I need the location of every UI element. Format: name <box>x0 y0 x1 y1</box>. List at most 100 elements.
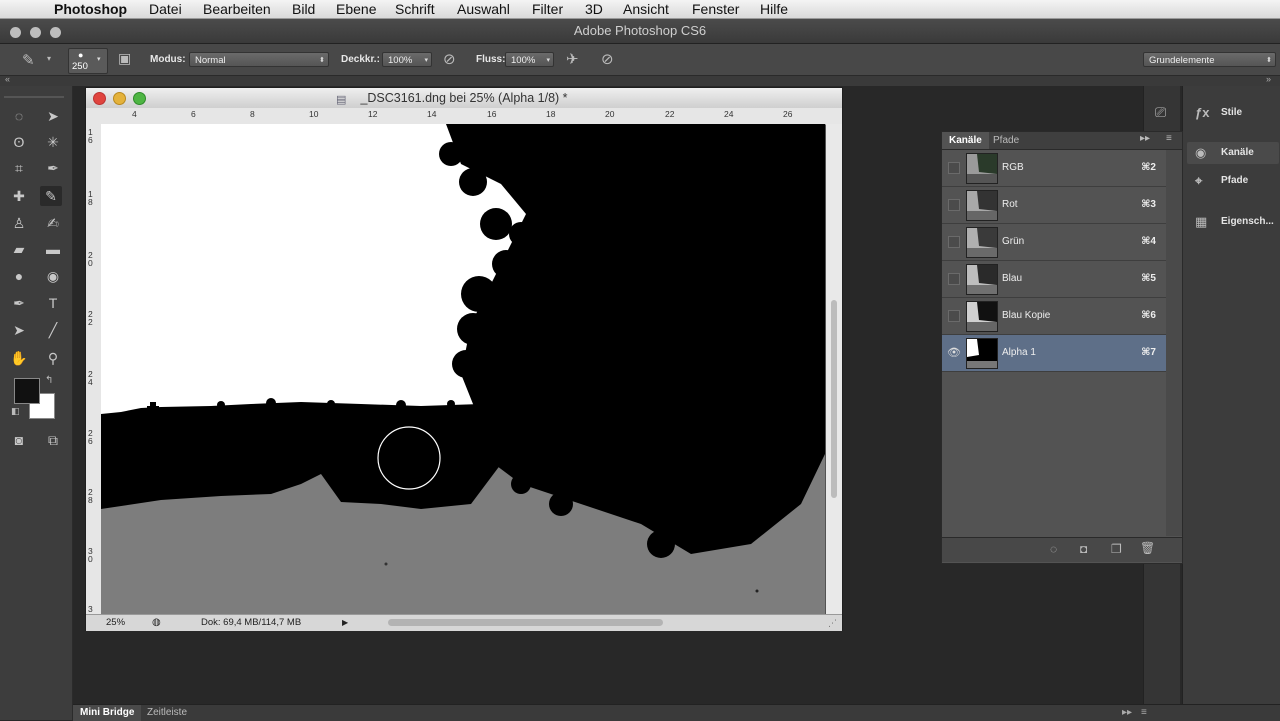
mode-dropdown[interactable]: Normal ⬍ <box>189 52 329 67</box>
channel-row-rot[interactable]: Rot ⌘3 <box>942 187 1166 224</box>
vertical-scroll-thumb[interactable] <box>831 300 837 498</box>
blur-tool-icon[interactable]: ● <box>8 266 30 286</box>
line-tool-icon[interactable]: ╱ <box>42 320 64 340</box>
lasso-tool-icon[interactable]: ʘ <box>8 132 30 152</box>
dock-item-eigenschaften[interactable]: ▦ Eigensch... <box>1187 211 1279 233</box>
channel-row-gruen[interactable]: Grün ⌘4 <box>942 224 1166 261</box>
channel-row-blau[interactable]: Blau ⌘5 <box>942 261 1166 298</box>
magic-wand-tool-icon[interactable]: ✳ <box>42 132 64 152</box>
tab-kanaele[interactable]: Kanäle <box>942 132 989 149</box>
panel-menu-icon[interactable]: ≡ <box>1141 705 1147 721</box>
crop-tool-icon[interactable]: ⌗ <box>8 158 30 178</box>
new-channel-icon[interactable]: ❐ <box>1111 542 1122 556</box>
swap-colors-icon[interactable]: ↰ <box>45 375 53 386</box>
flow-field[interactable]: 100% ▾ <box>505 52 554 67</box>
resize-grip-icon[interactable]: ⋰ <box>828 615 837 631</box>
menu-hilfe[interactable]: Hilfe <box>760 0 788 18</box>
load-selection-icon[interactable]: ◌ <box>1050 542 1057 556</box>
minimize-document-button[interactable] <box>113 92 126 105</box>
pressure-size-icon[interactable]: ⊘ <box>601 50 614 68</box>
channel-shortcut: ⌘7 <box>1141 347 1156 358</box>
channels-scrollbar[interactable] <box>1166 150 1182 536</box>
eye-icon[interactable]: 👁 <box>947 346 961 359</box>
tab-mini-bridge[interactable]: Mini Bridge <box>73 705 142 721</box>
ruler-label: 14 <box>427 109 437 119</box>
menu-filter[interactable]: Filter <box>532 0 563 18</box>
horizontal-scroll-thumb[interactable] <box>388 619 663 626</box>
menu-3d[interactable]: 3D <box>585 0 603 18</box>
menu-bearbeiten[interactable]: Bearbeiten <box>203 0 271 18</box>
marquee-tool-icon[interactable]: ◌ <box>8 106 30 126</box>
foreground-color-swatch-top[interactable] <box>14 378 40 404</box>
close-document-button[interactable] <box>93 92 106 105</box>
channel-row-alpha-1[interactable]: 👁 Alpha 1 ⌘7 <box>942 335 1166 372</box>
menu-auswahl[interactable]: Auswahl <box>457 0 510 18</box>
gradient-tool-icon[interactable]: ▬ <box>42 239 64 259</box>
healing-brush-tool-icon[interactable]: ✚ <box>8 186 30 206</box>
zoom-tool-icon[interactable]: ⚲ <box>42 348 64 368</box>
type-tool-icon[interactable]: T <box>42 293 64 313</box>
chevron-down-icon: ▾ <box>424 57 428 64</box>
menu-ebene[interactable]: Ebene <box>336 0 376 18</box>
pen-tool-icon[interactable]: ✒ <box>8 293 30 313</box>
path-selection-tool-icon[interactable]: ➤ <box>8 320 30 340</box>
vertical-scrollbar[interactable] <box>826 124 842 614</box>
ruler-label: 22 <box>88 309 93 327</box>
dock-item-pfade[interactable]: ⌖ Pfade <box>1187 170 1279 192</box>
save-selection-icon[interactable]: ◘ <box>1080 542 1087 556</box>
visibility-toggle[interactable] <box>948 310 960 322</box>
eraser-tool-icon[interactable]: ▰ <box>8 239 30 259</box>
eyedropper-tool-icon[interactable]: ✒ <box>42 158 64 178</box>
panel-menu-icon[interactable]: ≡ <box>1166 133 1172 144</box>
menu-fenster[interactable]: Fenster <box>692 0 739 18</box>
visibility-toggle[interactable] <box>948 162 960 174</box>
pressure-opacity-icon[interactable]: ⊘ <box>443 50 456 68</box>
brush-panel-toggle-icon[interactable]: ▣ <box>118 50 131 67</box>
menu-bild[interactable]: Bild <box>292 0 315 18</box>
brush-tool-preset-icon[interactable]: ✎ <box>22 51 35 69</box>
channel-row-blau-kopie[interactable]: Blau Kopie ⌘6 <box>942 298 1166 335</box>
options-bar: ✎ ▾ ● 250 ▾ ▣ Modus: Normal ⬍ Deckkr.: 1… <box>0 44 1280 76</box>
history-brush-tool-icon[interactable]: ✍ <box>42 213 64 233</box>
zoom-level[interactable]: 25% <box>106 615 125 631</box>
clone-stamp-tool-icon[interactable]: ♙ <box>8 213 30 233</box>
brush-size-picker[interactable]: ● 250 ▾ <box>68 48 108 74</box>
menu-datei[interactable]: Datei <box>149 0 182 18</box>
visibility-toggle[interactable] <box>948 199 960 211</box>
channel-name: Grün <box>1002 236 1025 247</box>
dodge-tool-icon[interactable]: ◉ <box>42 266 64 286</box>
menu-schrift[interactable]: Schrift <box>395 0 435 18</box>
brush-tool-icon[interactable]: ✎ <box>40 186 62 206</box>
zoom-document-button[interactable] <box>133 92 146 105</box>
image-canvas[interactable] <box>101 124 825 614</box>
airbrush-icon[interactable]: ✈ <box>566 50 579 68</box>
collapse-arrows-icon[interactable]: « <box>5 74 10 84</box>
history-panel-icon[interactable]: ⎚ <box>1155 104 1166 121</box>
workspace-dropdown[interactable]: Grundelemente ⬍ <box>1143 52 1276 67</box>
visibility-toggle[interactable] <box>948 236 960 248</box>
default-colors-icon[interactable]: ◧ <box>11 406 20 417</box>
hand-tool-icon[interactable]: ✋ <box>8 348 30 368</box>
dock-item-stile[interactable]: ƒx Stile <box>1187 102 1279 124</box>
collapse-panel-icon[interactable]: ▸▸ <box>1122 705 1132 721</box>
opacity-field[interactable]: 100% ▾ <box>382 52 432 67</box>
dock-item-kanaele[interactable]: ◉ Kanäle <box>1187 142 1279 164</box>
channel-row-rgb[interactable]: RGB ⌘2 <box>942 150 1166 187</box>
horizontal-ruler: 4 6 8 10 12 14 16 18 20 22 24 26 <box>86 108 842 125</box>
screen-mode-icon[interactable]: ⧉ <box>42 430 64 450</box>
collapse-arrows-icon[interactable]: » <box>1266 74 1271 84</box>
move-tool-icon[interactable]: ➤ <box>42 106 64 126</box>
tab-zeitleiste[interactable]: Zeitleiste <box>140 705 194 721</box>
quick-mask-icon[interactable]: ◙ <box>8 430 30 450</box>
menu-app-name[interactable]: Photoshop <box>54 0 127 18</box>
menu-ansicht[interactable]: Ansicht <box>623 0 669 18</box>
channel-shortcut: ⌘5 <box>1141 273 1156 284</box>
status-info-icon[interactable]: ◍ <box>152 615 161 631</box>
channel-name: Alpha 1 <box>1002 347 1036 358</box>
trash-icon[interactable]: 🗑 <box>1140 541 1155 555</box>
collapse-panel-icon[interactable]: ▸▸ <box>1140 133 1150 144</box>
tab-pfade[interactable]: Pfade <box>986 132 1026 149</box>
visibility-toggle[interactable] <box>948 273 960 285</box>
status-menu-arrow-icon[interactable]: ▶ <box>342 615 348 631</box>
chevron-down-icon[interactable]: ▾ <box>47 54 51 63</box>
